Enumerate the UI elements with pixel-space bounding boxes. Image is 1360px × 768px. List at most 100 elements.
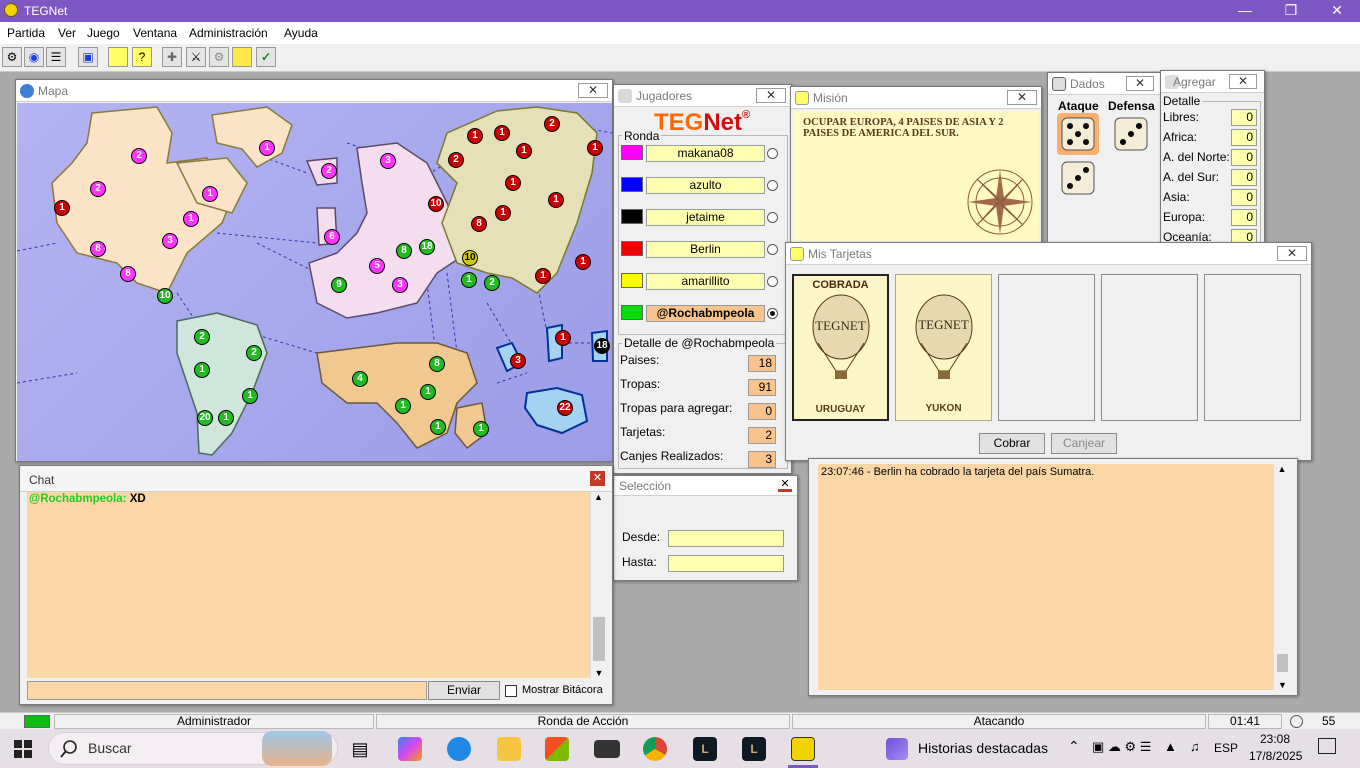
exchange-button[interactable]: Canjear bbox=[1051, 433, 1117, 454]
add-armies-icon[interactable]: ✚ bbox=[162, 47, 182, 67]
close-button[interactable]: ✕ bbox=[1314, 0, 1360, 22]
army-marker[interactable]: 8 bbox=[471, 216, 487, 232]
scroll-down-icon[interactable]: ▼ bbox=[1274, 680, 1291, 690]
menu-partida[interactable]: Partida bbox=[7, 26, 45, 40]
edge-icon[interactable] bbox=[447, 737, 471, 761]
army-marker[interactable]: 20 bbox=[197, 410, 213, 426]
regroup-icon[interactable]: ⚙ bbox=[209, 47, 229, 67]
clock-time[interactable]: 23:08 bbox=[1260, 732, 1290, 746]
army-marker[interactable]: 3 bbox=[162, 233, 178, 249]
copilot-icon[interactable] bbox=[398, 737, 422, 761]
tray-icons[interactable]: ▣ ☁ ⚙ ☰ bbox=[1092, 739, 1151, 755]
selection-close-button[interactable]: ✕ bbox=[778, 479, 792, 492]
tegnet-taskbar-icon[interactable] bbox=[791, 737, 815, 761]
army-marker[interactable]: 22 bbox=[557, 400, 573, 416]
connect-icon[interactable]: ⚙ bbox=[2, 47, 22, 67]
store-icon[interactable] bbox=[545, 737, 569, 761]
list-icon[interactable]: ☰ bbox=[46, 47, 66, 67]
tray-chevron-icon[interactable]: ⌃ bbox=[1068, 738, 1080, 755]
chat-scroll-thumb[interactable] bbox=[593, 617, 605, 661]
army-marker[interactable]: 3 bbox=[380, 153, 396, 169]
army-marker[interactable]: 1 bbox=[495, 205, 511, 221]
volume-icon[interactable]: ♫ bbox=[1190, 739, 1200, 754]
army-marker[interactable]: 2 bbox=[448, 152, 464, 168]
country-card-yukon[interactable]: TEGNET YUKON bbox=[895, 274, 992, 421]
add-close-button[interactable]: ✕ bbox=[1229, 74, 1257, 89]
army-marker[interactable]: 1 bbox=[505, 175, 521, 191]
army-marker[interactable]: 1 bbox=[473, 421, 489, 437]
army-marker[interactable]: 2 bbox=[246, 345, 262, 361]
army-marker[interactable]: 8 bbox=[429, 356, 445, 372]
attack-icon[interactable]: ⚔ bbox=[186, 47, 206, 67]
log-scroll-thumb[interactable] bbox=[1277, 654, 1288, 672]
army-marker[interactable]: 1 bbox=[461, 272, 477, 288]
widgets-icon[interactable] bbox=[886, 738, 908, 760]
map-close-button[interactable]: ✕ bbox=[578, 83, 608, 98]
world-map[interactable]: 2 1 2 1 1 1 3 8 8 10 2 3 6 10 8 18 5 9 3 1 1 2 2 1 1 1 1 8 1 10 1 2 1 1 2 2… bbox=[17, 103, 612, 461]
army-marker[interactable]: 1 bbox=[575, 254, 591, 270]
menu-ayuda[interactable]: Ayuda bbox=[284, 26, 318, 40]
army-marker[interactable]: 10 bbox=[157, 288, 173, 304]
scroll-up-icon[interactable]: ▲ bbox=[1274, 464, 1290, 474]
mission-close-button[interactable]: ✕ bbox=[1007, 90, 1037, 105]
army-marker[interactable]: 1 bbox=[587, 140, 603, 156]
army-marker[interactable]: 2 bbox=[321, 163, 337, 179]
player-radio[interactable] bbox=[767, 244, 778, 255]
news-widget-label[interactable]: Historias destacadas bbox=[918, 740, 1048, 756]
country-card-uruguay[interactable]: COBRADA TEGNET URUGUAY bbox=[792, 274, 889, 421]
notifications-icon[interactable] bbox=[1318, 738, 1336, 754]
wifi-icon[interactable]: ▲ bbox=[1164, 739, 1177, 754]
army-marker[interactable]: 1 bbox=[516, 143, 532, 159]
army-marker[interactable]: 3 bbox=[510, 353, 526, 369]
army-marker[interactable]: 10 bbox=[462, 250, 478, 266]
mail-icon[interactable] bbox=[594, 740, 620, 758]
menu-administracion[interactable]: Administración bbox=[189, 26, 268, 40]
army-marker[interactable]: 4 bbox=[352, 371, 368, 387]
log-scrollbar[interactable]: ▲ ▼ bbox=[1273, 464, 1290, 690]
army-marker[interactable]: 10 bbox=[428, 196, 444, 212]
chrome-icon[interactable] bbox=[643, 737, 667, 761]
army-marker[interactable]: 1 bbox=[467, 128, 483, 144]
dice-close-button[interactable]: ✕ bbox=[1126, 76, 1154, 91]
army-marker[interactable]: 1 bbox=[218, 410, 234, 426]
army-marker[interactable]: 9 bbox=[331, 277, 347, 293]
scroll-down-icon[interactable]: ▼ bbox=[591, 668, 607, 678]
minimize-button[interactable]: — bbox=[1222, 0, 1268, 22]
chat-scrollbar[interactable]: ▲ ▼ bbox=[590, 492, 606, 678]
players-close-button[interactable]: ✕ bbox=[756, 88, 786, 103]
collect-button[interactable]: Cobrar bbox=[979, 433, 1045, 454]
clock-date[interactable]: 17/8/2025 bbox=[1249, 749, 1302, 763]
army-marker[interactable]: 1 bbox=[242, 388, 258, 404]
league-icon[interactable]: L bbox=[742, 737, 766, 761]
cards-icon[interactable] bbox=[232, 47, 252, 67]
windows-start-icon[interactable] bbox=[14, 740, 32, 758]
maximize-button[interactable]: ❐ bbox=[1268, 0, 1314, 22]
army-marker[interactable]: 2 bbox=[131, 148, 147, 164]
file-explorer-icon[interactable] bbox=[497, 737, 521, 761]
army-marker[interactable]: 8 bbox=[120, 266, 136, 282]
army-marker[interactable]: 18 bbox=[594, 338, 610, 354]
chat-input[interactable] bbox=[27, 681, 427, 700]
task-view-icon[interactable]: ▤ bbox=[348, 737, 372, 761]
card-icon[interactable] bbox=[108, 47, 128, 67]
army-marker[interactable]: 18 bbox=[419, 239, 435, 255]
army-marker[interactable]: 8 bbox=[90, 241, 106, 257]
army-marker[interactable]: 2 bbox=[484, 275, 500, 291]
army-marker[interactable]: 2 bbox=[194, 329, 210, 345]
mission-icon[interactable]: ? bbox=[132, 47, 152, 67]
show-log-checkbox[interactable] bbox=[505, 685, 517, 697]
menu-juego[interactable]: Juego bbox=[87, 26, 120, 40]
player-radio[interactable] bbox=[767, 180, 778, 191]
player-radio[interactable] bbox=[767, 212, 778, 223]
player-radio[interactable] bbox=[767, 276, 778, 287]
army-marker[interactable]: 1 bbox=[535, 268, 551, 284]
army-marker[interactable]: 1 bbox=[430, 419, 446, 435]
army-marker[interactable]: 1 bbox=[202, 186, 218, 202]
army-marker[interactable]: 1 bbox=[183, 211, 199, 227]
end-turn-icon[interactable]: ✓ bbox=[256, 47, 276, 67]
scroll-up-icon[interactable]: ▲ bbox=[591, 492, 606, 502]
league-icon[interactable]: L bbox=[693, 737, 717, 761]
army-marker[interactable]: 2 bbox=[90, 181, 106, 197]
language-indicator[interactable]: ESP bbox=[1214, 741, 1238, 755]
army-marker[interactable]: 1 bbox=[54, 200, 70, 216]
